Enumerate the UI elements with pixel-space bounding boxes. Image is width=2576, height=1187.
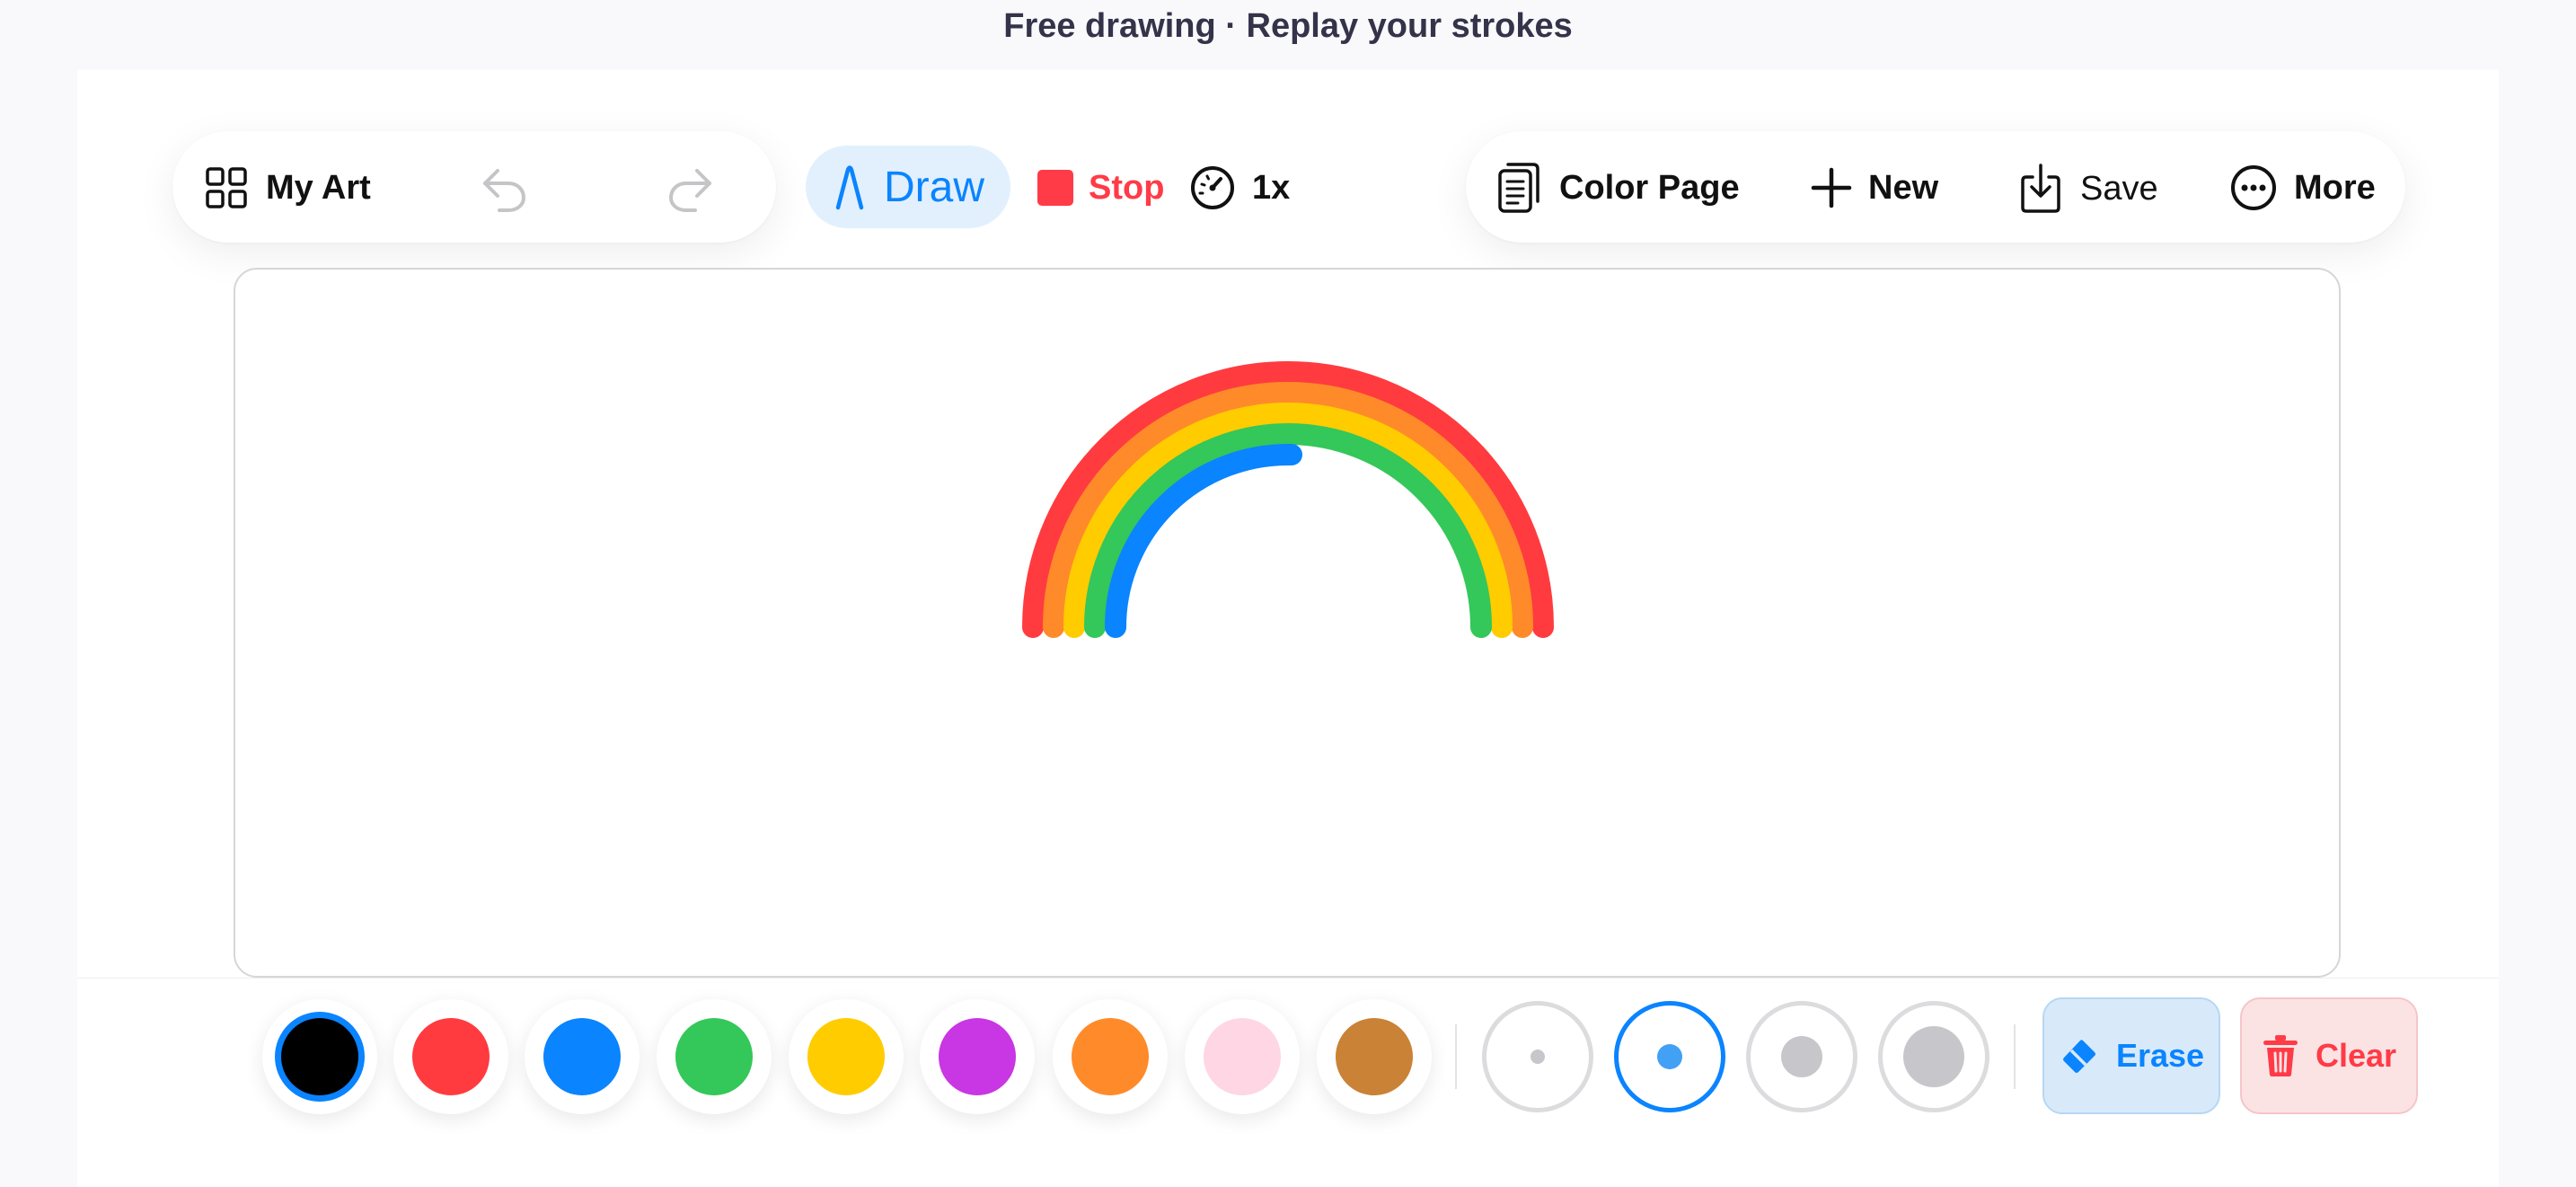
undo-button[interactable] xyxy=(478,162,530,214)
more-label: More xyxy=(2294,168,2376,207)
clear-button[interactable]: Clear xyxy=(2240,997,2418,1114)
my-art-label: My Art xyxy=(266,168,371,207)
brush-size-small[interactable] xyxy=(1482,1001,1593,1112)
gauge-icon xyxy=(1191,166,1234,209)
redo-arrow-icon xyxy=(668,169,711,212)
brush-size-dot xyxy=(1781,1036,1822,1077)
brush-size-large[interactable] xyxy=(1746,1001,1857,1112)
color-swatch-brown[interactable] xyxy=(1317,999,1432,1114)
undo-arrow-icon xyxy=(483,169,526,212)
swatch-dot xyxy=(1072,1018,1149,1095)
color-swatch-blue[interactable] xyxy=(525,999,640,1114)
color-swatch-yellow[interactable] xyxy=(789,999,904,1114)
color-page-button[interactable]: Color Page xyxy=(1496,162,1740,214)
brush-size-dot xyxy=(1657,1044,1682,1069)
save-download-icon xyxy=(2021,164,2060,213)
save-label: Save xyxy=(2080,169,2158,208)
drawing-canvas[interactable] xyxy=(234,268,2341,978)
eraser-icon xyxy=(2062,1040,2095,1073)
more-button[interactable]: More xyxy=(2229,164,2376,212)
speed-button[interactable]: 1x xyxy=(1189,164,1290,212)
trash-icon xyxy=(2263,1035,2298,1076)
erase-label: Erase xyxy=(2115,1037,2205,1074)
color-swatch-orange[interactable] xyxy=(1053,999,1168,1114)
draw-label: Draw xyxy=(883,163,984,211)
swatch-dot xyxy=(939,1018,1016,1095)
rainbow-drawing xyxy=(1022,361,1554,638)
palette-divider xyxy=(1455,1024,1457,1089)
color-swatch-black[interactable] xyxy=(262,999,377,1114)
color-swatch-red[interactable] xyxy=(393,999,508,1114)
stop-square-icon xyxy=(1037,170,1073,206)
pen-nib-icon xyxy=(835,165,864,210)
stop-label: Stop xyxy=(1089,168,1165,207)
swatch-dot xyxy=(412,1018,490,1095)
swatch-dot xyxy=(1336,1018,1413,1095)
brush-size-dot xyxy=(1903,1026,1964,1087)
window-title: Free drawing · Replay your strokes xyxy=(1003,7,1573,45)
speed-label: 1x xyxy=(1252,168,1291,207)
color-swatch-purple[interactable] xyxy=(920,999,1035,1114)
pages-icon xyxy=(1498,163,1539,213)
swatch-dot xyxy=(807,1018,885,1095)
swatch-dot xyxy=(675,1018,753,1095)
save-button[interactable]: Save xyxy=(2019,162,2158,216)
sizes-divider xyxy=(2014,1024,2016,1089)
brush-size-dot xyxy=(1531,1050,1545,1064)
new-label: New xyxy=(1868,168,1939,207)
clear-label: Clear xyxy=(2315,1037,2397,1074)
brush-size-xlarge[interactable] xyxy=(1878,1001,1989,1112)
swatch-dot xyxy=(543,1018,621,1095)
plus-icon xyxy=(1811,167,1852,208)
stop-button[interactable]: Stop xyxy=(1037,165,1164,210)
redo-button[interactable] xyxy=(665,162,717,214)
draw-mode-button[interactable]: Draw xyxy=(806,146,1010,228)
ellipsis-circle-icon xyxy=(2231,165,2276,210)
swatch-dot xyxy=(1204,1018,1281,1095)
grid-icon xyxy=(206,167,247,208)
erase-button[interactable]: Erase xyxy=(2042,997,2220,1114)
color-swatch-pink[interactable] xyxy=(1185,999,1300,1114)
color-page-label: Color Page xyxy=(1559,168,1740,207)
my-art-button[interactable]: My Art xyxy=(205,165,371,210)
swatch-dot xyxy=(281,1018,358,1095)
new-button[interactable]: New xyxy=(1811,165,1938,210)
brush-size-medium[interactable] xyxy=(1614,1001,1725,1112)
color-swatch-green[interactable] xyxy=(657,999,772,1114)
